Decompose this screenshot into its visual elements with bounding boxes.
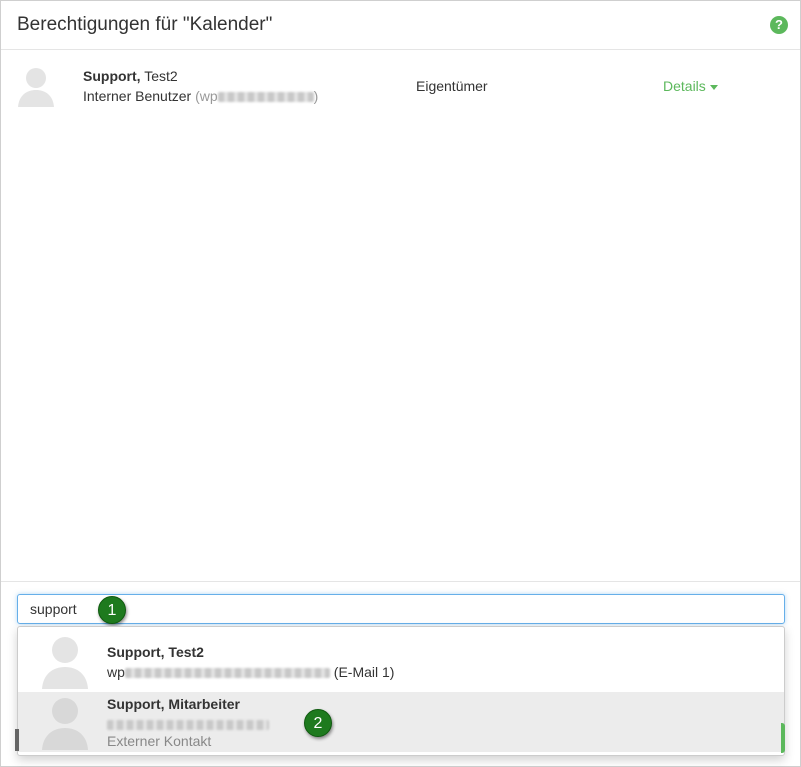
details-dropdown-button[interactable]: Details: [663, 78, 718, 94]
user-type-label: Interner Benutzer: [83, 88, 192, 104]
step-marker-2: 2: [304, 709, 332, 737]
redacted-email: [217, 92, 314, 103]
cancel-button[interactable]: [15, 729, 19, 751]
permission-role: Eigentümer: [416, 78, 488, 94]
dialog-header: Berechtigungen für "Kalender" ?: [1, 1, 800, 50]
suggestion-email: wp (E-Mail 1): [107, 664, 394, 680]
email-prefix: wp: [107, 664, 125, 680]
user-id-prefix: (wp: [195, 88, 218, 104]
save-button[interactable]: [781, 723, 785, 753]
dialog-title: Berechtigungen für "Kalender": [17, 14, 273, 35]
question-circle-icon[interactable]: ?: [770, 16, 788, 34]
suggestion-dropdown: Support, Test2 wp (E-Mail 1) Support, Mi…: [17, 626, 785, 756]
avatar-placeholder-icon: [18, 68, 54, 107]
avatar-placeholder-icon: [42, 637, 88, 689]
suggestion-name: Support, Test2: [107, 644, 204, 660]
email-type: (E-Mail 1): [333, 664, 395, 680]
caret-down-icon: [709, 84, 718, 90]
suggestion-item[interactable]: Support, Test2 wp (E-Mail 1): [18, 627, 784, 689]
user-id-suffix: ): [313, 88, 319, 104]
permission-user-type: Interner Benutzer (wp): [83, 88, 318, 104]
avatar-placeholder-icon: [42, 698, 88, 750]
footer-divider: [1, 581, 800, 582]
permission-row: Support, Test2 Interner Benutzer (wp) Ei…: [1, 51, 800, 121]
suggestion-contact-type: Externer Kontakt: [107, 733, 212, 749]
permissions-dialog: Berechtigungen für "Kalender" ? Support,…: [0, 0, 801, 767]
user-first-name: Test2: [144, 68, 178, 84]
suggestion-email: [107, 716, 269, 732]
redacted-email: [124, 668, 330, 679]
redacted-email: [107, 720, 269, 731]
suggestion-item[interactable]: Support, Mitarbeiter Externer Kontakt: [18, 692, 784, 752]
user-search-input[interactable]: [17, 594, 785, 624]
step-marker-1: 1: [98, 596, 126, 624]
user-last-name: Support,: [83, 68, 141, 84]
suggestion-name: Support, Mitarbeiter: [107, 696, 241, 712]
details-label: Details: [663, 78, 706, 94]
permission-user-name: Support, Test2: [83, 68, 178, 84]
